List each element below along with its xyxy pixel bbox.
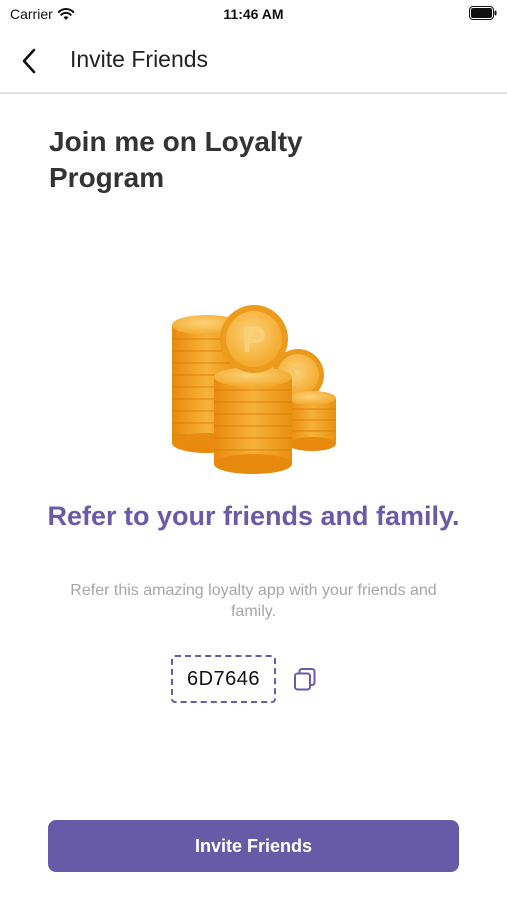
invite-friends-button[interactable]: Invite Friends bbox=[48, 820, 459, 872]
refer-title: Refer to your friends and family. bbox=[47, 501, 460, 531]
copy-icon[interactable] bbox=[292, 666, 318, 692]
back-button[interactable] bbox=[12, 44, 46, 78]
battery-icon bbox=[469, 6, 497, 20]
referral-code: 6D7646 bbox=[186, 667, 261, 690]
coin-stack-icon: P P bbox=[172, 305, 336, 474]
referral-code-box[interactable]: 6D7646 bbox=[171, 655, 276, 703]
coin-letter: P bbox=[242, 319, 266, 360]
page-heading: Join me on Loyalty Program bbox=[49, 126, 303, 193]
status-bar: Carrier 11:46 AM bbox=[0, 0, 507, 30]
nav-title: Invite Friends bbox=[70, 46, 209, 72]
refer-description: Refer this amazing loyalty app with your… bbox=[70, 582, 437, 620]
navigation-bar: Invite Friends bbox=[0, 30, 507, 94]
status-time: 11:46 AM bbox=[223, 6, 284, 22]
chevron-left-icon bbox=[22, 48, 36, 74]
